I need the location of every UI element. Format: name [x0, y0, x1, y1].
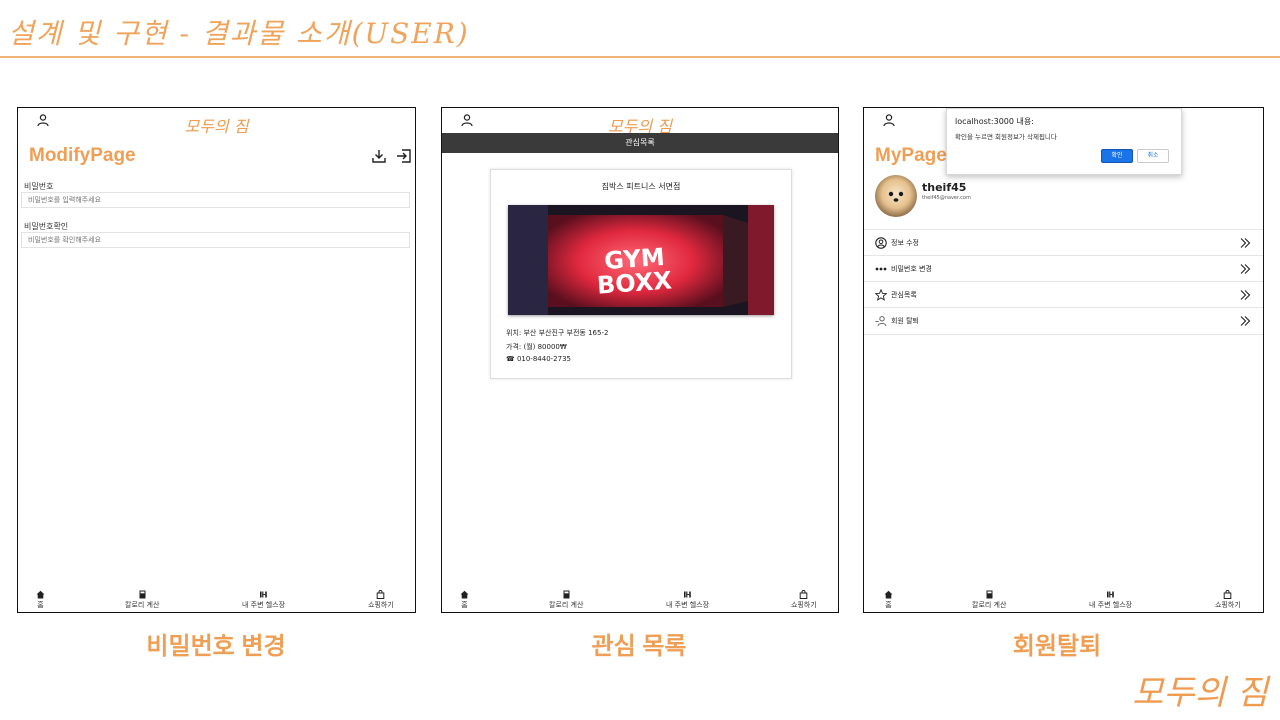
confirm-dialog: localhost:3000 내용: 확인을 누르면 회원정보가 삭제됩니다 확… — [946, 108, 1182, 175]
gym-phone: ☎ 010-8440-2735 — [506, 355, 571, 363]
bottom-nav: 홈 칼로리 계산 내 주변 헬스장 쇼핑하기 — [18, 588, 415, 612]
menu-favorites-label: 관심목록 — [891, 291, 917, 299]
calculator-icon — [563, 590, 570, 599]
nav-nearby[interactable]: 내 주변 헬스장 — [242, 590, 285, 610]
nav-home-label: 홈 — [461, 601, 468, 609]
star-icon — [875, 289, 887, 301]
nav-nearby-label: 내 주변 헬스장 — [666, 601, 710, 609]
menu-delete-account-label: 회원 탈퇴 — [891, 317, 919, 325]
avatar — [875, 175, 917, 217]
nav-calorie[interactable]: 칼로리 계산 — [972, 590, 1006, 610]
corner-logo: 모두의 짐 — [1132, 673, 1268, 713]
dialog-cancel-button[interactable]: 취소 — [1137, 149, 1169, 163]
username: theif45 — [922, 181, 967, 194]
mypage-screen: MyPage theif45 theif45@naver.com 정보 수정 비… — [863, 107, 1264, 613]
logout-icon[interactable] — [396, 148, 412, 164]
gym-card[interactable]: 짐박스 피트니스 서면점 GYM BOXX 위치: 부산 부산진구 부전동 16… — [490, 169, 792, 379]
section-title-bar: 관심목록 — [442, 133, 838, 153]
dumbbell-icon — [684, 591, 691, 598]
nav-nearby-label: 내 주변 헬스장 — [242, 601, 286, 609]
password-input[interactable] — [21, 192, 410, 208]
nav-shop-label: 쇼핑하기 — [1215, 601, 1241, 609]
home-icon — [36, 590, 45, 599]
password-confirm-input[interactable] — [21, 232, 410, 248]
nav-nearby-label: 내 주변 헬스장 — [1089, 601, 1133, 609]
calculator-icon — [139, 590, 146, 599]
dialog-title: localhost:3000 내용: — [955, 117, 1034, 126]
double-chevron-right-icon — [1240, 238, 1251, 248]
nav-nearby[interactable]: 내 주변 헬스장 — [666, 590, 709, 610]
dumbbell-icon — [260, 591, 267, 598]
double-chevron-right-icon — [1240, 290, 1251, 300]
nav-nearby[interactable]: 내 주변 헬스장 — [1089, 590, 1132, 610]
calculator-icon — [986, 590, 993, 599]
nav-home[interactable]: 홈 — [460, 590, 469, 610]
user-remove-icon — [875, 316, 887, 327]
page-title: MyPage — [875, 145, 947, 166]
account-circle-icon — [875, 237, 887, 249]
gym-photo: GYM BOXX — [508, 205, 774, 315]
gym-price: 가격: (월) 80000₩ — [506, 343, 567, 351]
nav-shop-label: 쇼핑하기 — [368, 601, 394, 609]
caption-password-change: 비밀번호 변경 — [146, 633, 286, 660]
gym-name: 짐박스 피트니스 서면점 — [601, 182, 681, 191]
caption-favorites: 관심 목록 — [591, 633, 687, 660]
bottom-nav: 홈 칼로리 계산 내 주변 헬스장 쇼핑하기 — [442, 588, 838, 612]
menu-change-password-label: 비밀번호 변경 — [891, 265, 932, 273]
nav-calorie-label: 칼로리 계산 — [972, 601, 1007, 609]
brand-logo[interactable]: 모두의 짐 — [18, 113, 415, 137]
user-icon[interactable] — [882, 113, 896, 127]
shopping-bag-icon — [377, 590, 385, 599]
menu-edit-profile[interactable]: 정보 수정 — [864, 229, 1263, 256]
title-divider — [0, 56, 1280, 58]
dialog-message: 확인을 누르면 회원정보가 삭제됩니다 — [955, 133, 1057, 141]
menu-favorites[interactable]: 관심목록 — [864, 281, 1263, 308]
save-icon[interactable] — [371, 148, 387, 164]
password-confirm-label: 비밀번호확인 — [24, 222, 69, 231]
nav-calorie-label: 칼로리 계산 — [549, 601, 584, 609]
page-title: ModifyPage — [29, 145, 136, 166]
menu-change-password[interactable]: 비밀번호 변경 — [864, 255, 1263, 282]
home-icon — [460, 590, 469, 599]
home-icon — [884, 590, 893, 599]
caption-withdraw: 회원탈퇴 — [1012, 633, 1102, 660]
password-label: 비밀번호 — [24, 182, 54, 191]
menu-delete-account[interactable]: 회원 탈퇴 — [864, 307, 1263, 335]
nav-calorie-label: 칼로리 계산 — [125, 601, 160, 609]
gym-location: 위치: 부산 부산진구 부전동 165-2 — [506, 329, 609, 337]
double-chevron-right-icon — [1240, 316, 1251, 326]
dumbbell-icon — [1107, 591, 1114, 598]
nav-shop[interactable]: 쇼핑하기 — [368, 590, 394, 610]
user-email: theif45@naver.com — [922, 195, 971, 201]
favorites-screen: 모두의 짐 관심목록 짐박스 피트니스 서면점 GYM BOXX 위치: 부산 … — [441, 107, 839, 613]
slide-title: 설계 및 구현 - 결과물 소개(USER) — [8, 17, 470, 50]
sign-text-boxx: BOXX — [596, 266, 673, 299]
bottom-nav: 홈 칼로리 계산 내 주변 헬스장 쇼핑하기 — [864, 588, 1263, 612]
nav-home[interactable]: 홈 — [884, 590, 893, 610]
nav-shop[interactable]: 쇼핑하기 — [791, 590, 817, 610]
nav-calorie[interactable]: 칼로리 계산 — [549, 590, 583, 610]
double-chevron-right-icon — [1240, 264, 1251, 274]
shopping-bag-icon — [800, 590, 808, 599]
nav-home-label: 홈 — [37, 601, 44, 609]
shopping-bag-icon — [1224, 590, 1232, 599]
nav-calorie[interactable]: 칼로리 계산 — [125, 590, 159, 610]
nav-home-label: 홈 — [885, 601, 892, 609]
nav-home[interactable]: 홈 — [36, 590, 45, 610]
nav-shop-label: 쇼핑하기 — [791, 601, 817, 609]
dialog-ok-button[interactable]: 확인 — [1101, 149, 1133, 163]
password-dots-icon — [875, 267, 887, 271]
menu-edit-profile-label: 정보 수정 — [891, 239, 919, 247]
nav-shop[interactable]: 쇼핑하기 — [1215, 590, 1241, 610]
modify-page-screen: 모두의 짐 ModifyPage 비밀번호 비밀번호확인 홈 칼로리 계산 내 … — [17, 107, 416, 613]
